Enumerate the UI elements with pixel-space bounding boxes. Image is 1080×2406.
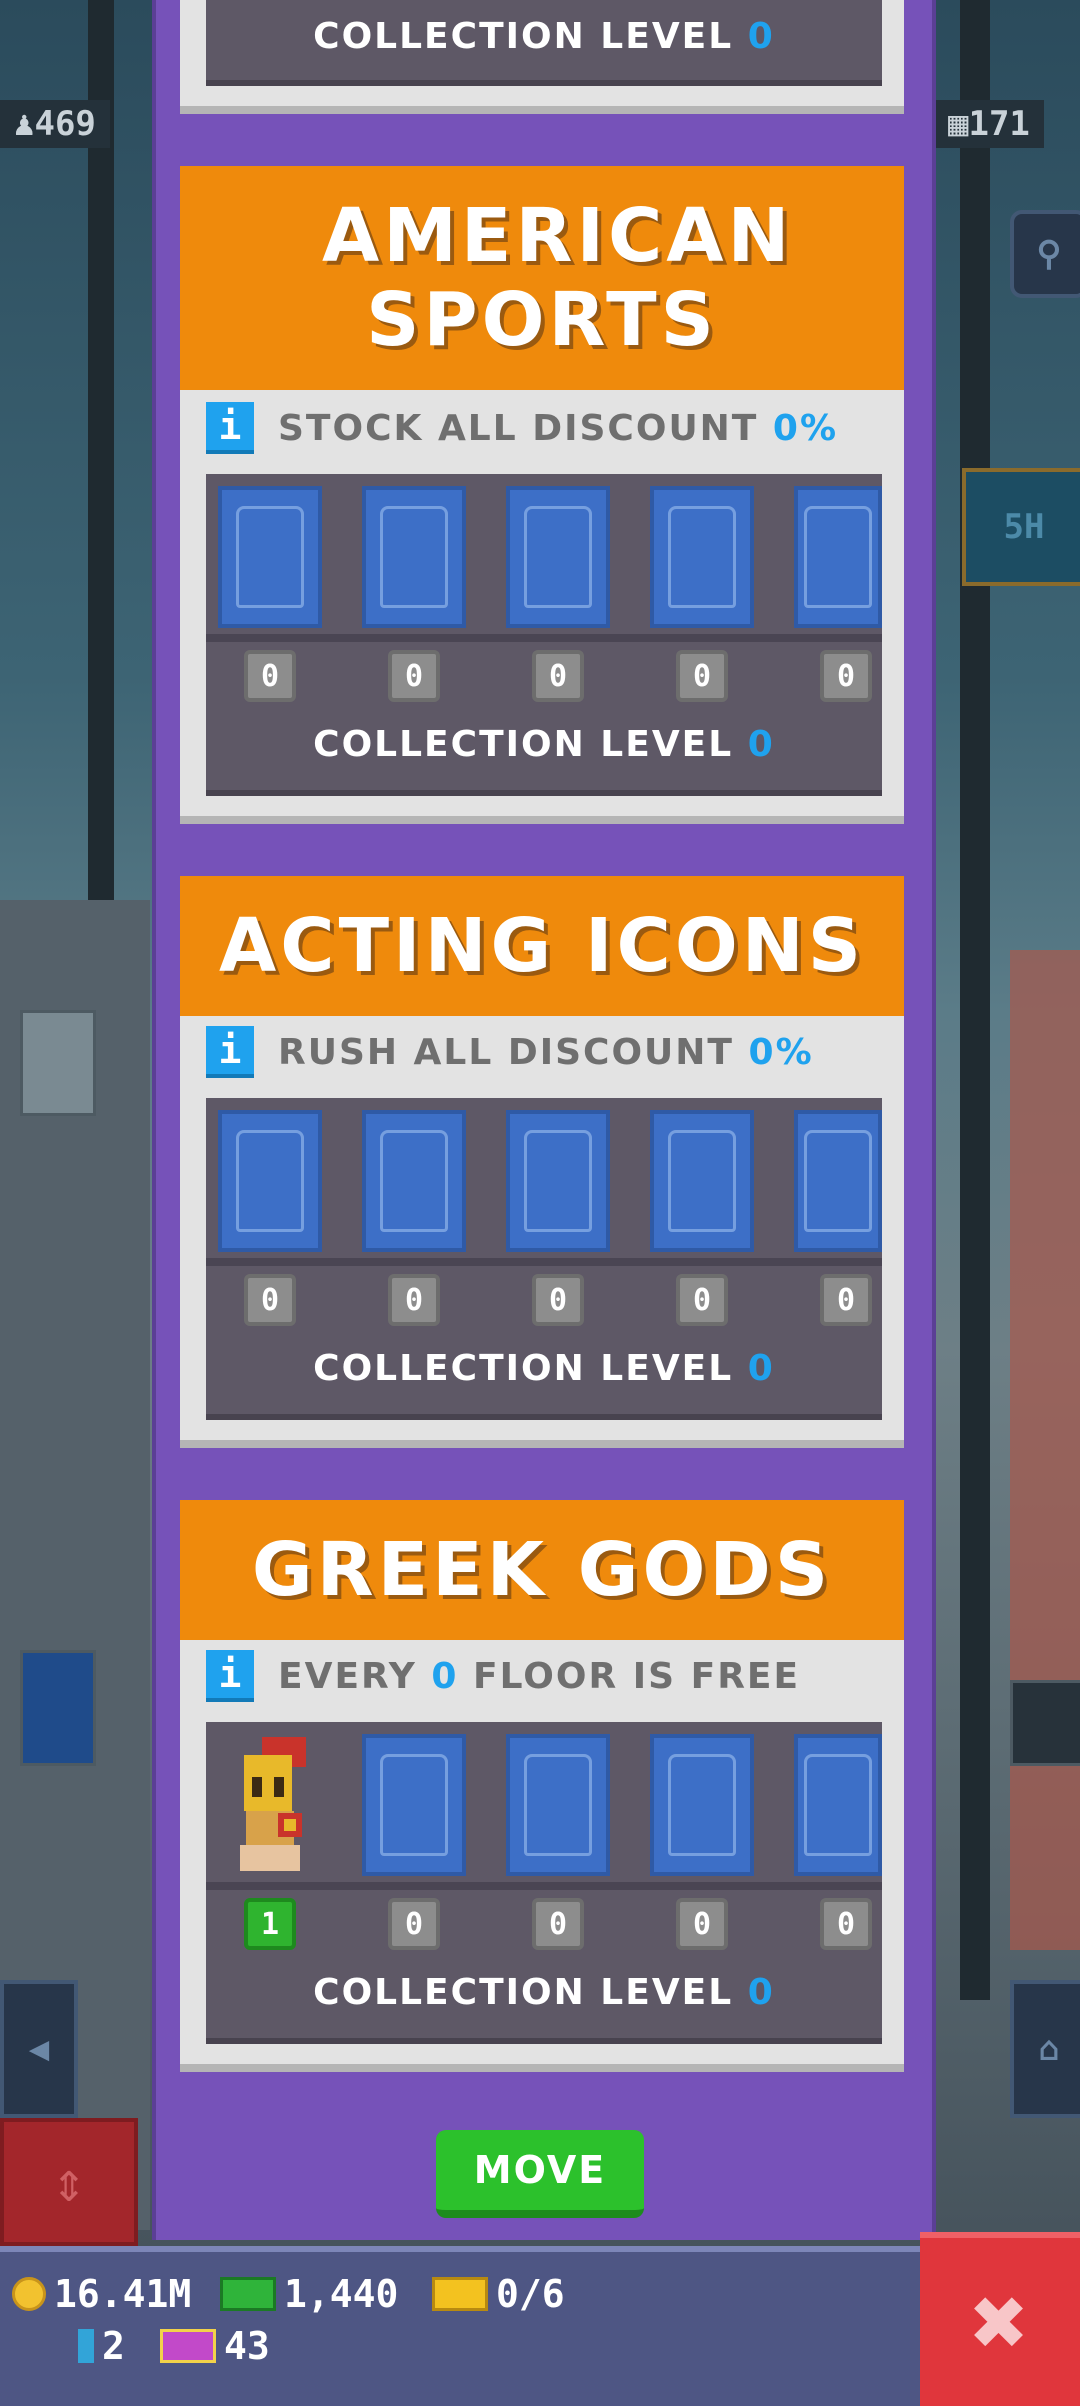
search-button[interactable]: ⚲ [1010, 210, 1080, 298]
gem-icon [78, 2329, 94, 2363]
collectible-count: 0 [532, 1898, 584, 1950]
bux-value: 1,440 [284, 2272, 399, 2316]
collectible-count: 0 [388, 1274, 440, 1326]
collectible-count: 0 [820, 1898, 872, 1950]
search-icon: ⚲ [1036, 234, 1062, 274]
card-title: GREEK GODS [180, 1500, 904, 1640]
coin-icon [12, 2277, 46, 2311]
nav-left-button[interactable]: ◀ [0, 1980, 78, 2118]
collectible-slot[interactable] [650, 1734, 754, 1876]
collectible-slots: 0 0 0 0 0 COLLECTION LEVEL 0 [206, 474, 882, 796]
collectible-slots: 1 0 0 0 0 COLLECTION LEVEL 0 [206, 1722, 882, 2044]
collectible-count: 1 [244, 1898, 296, 1950]
vip-value: 43 [224, 2324, 270, 2368]
bonus-text: RUSH ALL DISCOUNT 0% [278, 1031, 814, 1073]
info-icon[interactable]: i [206, 1026, 254, 1078]
collectible-slot[interactable] [506, 1734, 610, 1876]
collectible-count: 0 [532, 1274, 584, 1326]
coins-display: 16.41M [12, 2272, 191, 2316]
collectible-count: 0 [820, 1274, 872, 1326]
population-counter: ♟469 [0, 100, 110, 148]
collection-level-text: COLLECTION LEVEL 0 [313, 724, 775, 765]
bonus-text: EVERY 0 FLOOR IS FREE [278, 1655, 801, 1697]
collectible-count: 0 [676, 650, 728, 702]
collection-card-acting-icons: ACTING ICONS i RUSH ALL DISCOUNT 0% 0 0 … [180, 876, 904, 1448]
collectible-count: 0 [820, 650, 872, 702]
move-button[interactable]: MOVE [436, 2130, 644, 2218]
home-icon: ⌂ [1038, 2029, 1060, 2069]
close-icon: ✖ [971, 2266, 1029, 2378]
collectible-slot[interactable] [794, 1110, 882, 1252]
collectible-slots: 0 0 0 0 0 COLLECTION LEVEL 0 [206, 1098, 882, 1420]
gems-value: 2 [102, 2324, 125, 2368]
collectible-count: 0 [532, 650, 584, 702]
vip-icon [160, 2329, 216, 2363]
collectible-count: 0 [676, 1274, 728, 1326]
info-icon[interactable]: i [206, 1650, 254, 1702]
population-value: 469 [34, 104, 96, 144]
collection-level-text: COLLECTION LEVEL 0 [313, 1972, 775, 2013]
elevator-icon: ⇕ [52, 2149, 86, 2215]
collectible-slot[interactable] [362, 1734, 466, 1876]
close-button[interactable]: ✖ [920, 2232, 1080, 2406]
coins-value: 16.41M [54, 2272, 192, 2316]
bux-display: 1,440 [220, 2272, 398, 2316]
gems-display: 2 [78, 2324, 125, 2368]
collectible-slot[interactable] [506, 486, 610, 628]
collectible-slot[interactable] [218, 486, 322, 628]
collectible-count: 0 [244, 1274, 296, 1326]
time-badge-label: 5H [1003, 507, 1045, 547]
collectible-slot[interactable] [794, 1734, 882, 1876]
collection-level-text: COLLECTION LEVEL 0 [313, 16, 775, 57]
collectible-count: 0 [676, 1898, 728, 1950]
collectible-slot[interactable] [218, 1110, 322, 1252]
bux-icon [220, 2277, 276, 2311]
collection-level-text: COLLECTION LEVEL 0 [313, 1348, 775, 1389]
nav-home-button[interactable]: ⌂ [1010, 1980, 1080, 2118]
collection-card-greek-gods: GREEK GODS i EVERY 0 FLOOR IS FREE 1 0 0… [180, 1500, 904, 2072]
elevator-button[interactable]: ⇕ [0, 2118, 138, 2246]
collectible-count: 0 [388, 650, 440, 702]
collectible-slot[interactable] [650, 1110, 754, 1252]
person-icon: ♟ [14, 104, 35, 144]
collectible-slot[interactable] [794, 486, 882, 628]
chevron-left-icon: ◀ [28, 2029, 50, 2069]
tickets-display: 0/6 [432, 2272, 565, 2316]
building-icon: ▦ [948, 104, 969, 144]
collectible-count: 0 [244, 650, 296, 702]
floor-counter: ▦171 [934, 100, 1044, 148]
collectible-slot[interactable] [650, 486, 754, 628]
collectible-slot[interactable] [362, 1110, 466, 1252]
collectible-slot-spartan[interactable] [218, 1734, 322, 1876]
floor-value: 171 [968, 104, 1030, 144]
currency-bar: 16.41M 1,440 0/6 2 43 [0, 2246, 1080, 2406]
collectible-slot[interactable] [362, 486, 466, 628]
collectible-slot[interactable] [506, 1110, 610, 1252]
bonus-text: STOCK ALL DISCOUNT 0% [278, 407, 839, 449]
collections-panel[interactable]: COLLECTION LEVEL 0 AMERICAN SPORTS i STO… [152, 0, 936, 2240]
time-badge[interactable]: 5H [962, 468, 1080, 586]
golden-ticket-icon [432, 2277, 488, 2311]
collection-card-previous: COLLECTION LEVEL 0 [180, 0, 904, 114]
card-title: ACTING ICONS [180, 876, 904, 1016]
collectible-count: 0 [388, 1898, 440, 1950]
spartan-warrior-icon [240, 1737, 306, 1871]
vip-display: 43 [160, 2324, 270, 2368]
card-title: AMERICAN SPORTS [180, 166, 904, 390]
collection-card-american-sports: AMERICAN SPORTS i STOCK ALL DISCOUNT 0% … [180, 166, 904, 824]
info-icon[interactable]: i [206, 402, 254, 454]
tickets-value: 0/6 [496, 2272, 565, 2316]
